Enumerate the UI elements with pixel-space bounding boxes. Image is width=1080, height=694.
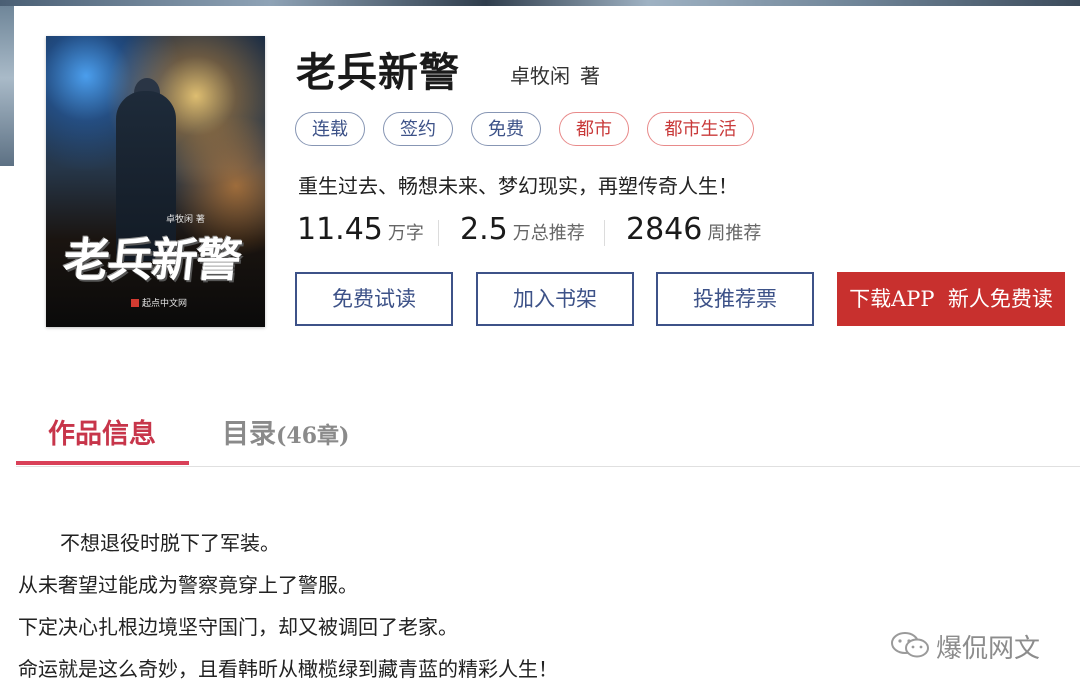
book-tabs: 作品信息 目录(46章) [16, 398, 1080, 467]
download-app-button[interactable]: 下载APP 新人免费读 [837, 272, 1065, 326]
free-trial-read-button[interactable]: 免费试读 [295, 272, 453, 326]
description-line: 不想退役时脱下了军装。 [60, 531, 280, 555]
watermark-text: 爆侃网文 [936, 634, 1041, 664]
stat-word-count-unit: 万字 [387, 223, 424, 244]
cover-publisher-logo: 起点中文网 [131, 296, 187, 309]
stat-total-recommend: 2.5 万总推荐 [460, 212, 585, 247]
stat-divider [604, 220, 605, 246]
background-strip [0, 6, 14, 166]
tab-catalog[interactable]: 目录(46章) [222, 412, 349, 451]
publisher-logo-icon [131, 299, 139, 307]
book-title: 老兵新警 [296, 50, 460, 96]
author-name[interactable]: 卓牧闲 [510, 64, 570, 88]
tab-book-info[interactable]: 作品信息 [48, 412, 156, 451]
tab-catalog-label: 目录 [222, 419, 276, 450]
stat-weekly-recommend-value: 2846 [626, 212, 703, 247]
wechat-icon [890, 630, 930, 667]
vote-recommend-button[interactable]: 投推荐票 [656, 272, 814, 326]
stat-total-recommend-unit: 万总推荐 [512, 223, 585, 244]
description-line: 命运就是这么奇妙，且看韩昕从橄榄绿到藏青蓝的精彩人生！ [18, 657, 558, 681]
book-intro: 重生过去、畅想未来、梦幻现实，再塑传奇人生！ [298, 174, 738, 198]
stat-divider [438, 220, 439, 246]
tag-urban-life[interactable]: 都市生活 [647, 112, 754, 146]
stat-word-count: 11.45 万字 [297, 212, 424, 247]
tag-urban[interactable]: 都市 [559, 112, 629, 146]
cover-publisher: 起点中文网 [142, 299, 188, 309]
tab-catalog-count: (46章) [276, 423, 350, 449]
book-description: 不想退役时脱下了军装。 从未奢望过能成为警察竟穿上了警服。 下定决心扎根边境坚守… [18, 522, 558, 690]
tag-serializing[interactable]: 连载 [295, 112, 365, 146]
active-tab-indicator [16, 461, 189, 465]
description-line: 从未奢望过能成为警察竟穿上了警服。 [18, 573, 358, 597]
stat-weekly-recommend-unit: 周推荐 [707, 223, 762, 244]
cover-title: 老兵新警 [60, 233, 243, 287]
add-to-bookshelf-button[interactable]: 加入书架 [476, 272, 634, 326]
stat-total-recommend-value: 2.5 [460, 212, 508, 247]
watermark: 爆侃网文 [890, 628, 1040, 667]
book-author: 卓牧闲著 [510, 60, 600, 89]
tag-signed[interactable]: 签约 [383, 112, 453, 146]
author-suffix: 著 [580, 64, 600, 88]
stat-word-count-value: 11.45 [297, 212, 383, 247]
description-line: 下定决心扎根边境坚守国门，却又被调回了老家。 [18, 615, 458, 639]
stat-weekly-recommend: 2846 周推荐 [626, 212, 761, 247]
book-cover[interactable]: 卓牧闲 著 老兵新警 起点中文网 [46, 36, 265, 327]
tag-free[interactable]: 免费 [471, 112, 541, 146]
